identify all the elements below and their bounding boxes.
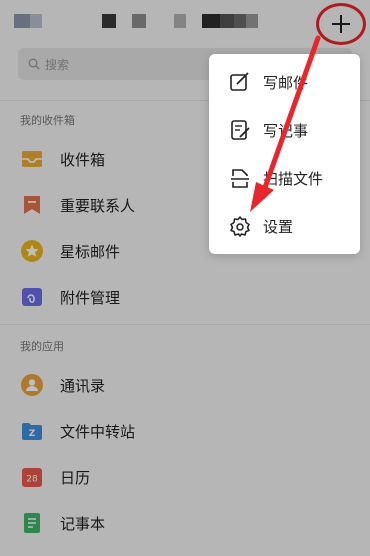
compose-mail-icon [230, 72, 249, 91]
menu-item-label: 设置 [263, 217, 294, 236]
compose-note-icon [231, 120, 250, 140]
menu-item-label: 写记事 [263, 121, 309, 140]
scan-document-icon [231, 169, 249, 188]
menu-item-compose-mail[interactable]: 写邮件 [209, 58, 360, 106]
menu-item-compose-note[interactable]: 写记事 [209, 106, 360, 154]
settings-gear-icon [230, 216, 250, 237]
menu-item-scan-document[interactable]: 扫描文件 [209, 154, 360, 202]
add-popup-menu: 写邮件 写记事 扫描文件 设置 [209, 54, 360, 254]
menu-item-label: 写邮件 [263, 73, 309, 92]
menu-item-label: 扫描文件 [263, 169, 324, 188]
menu-item-settings[interactable]: 设置 [209, 202, 360, 250]
